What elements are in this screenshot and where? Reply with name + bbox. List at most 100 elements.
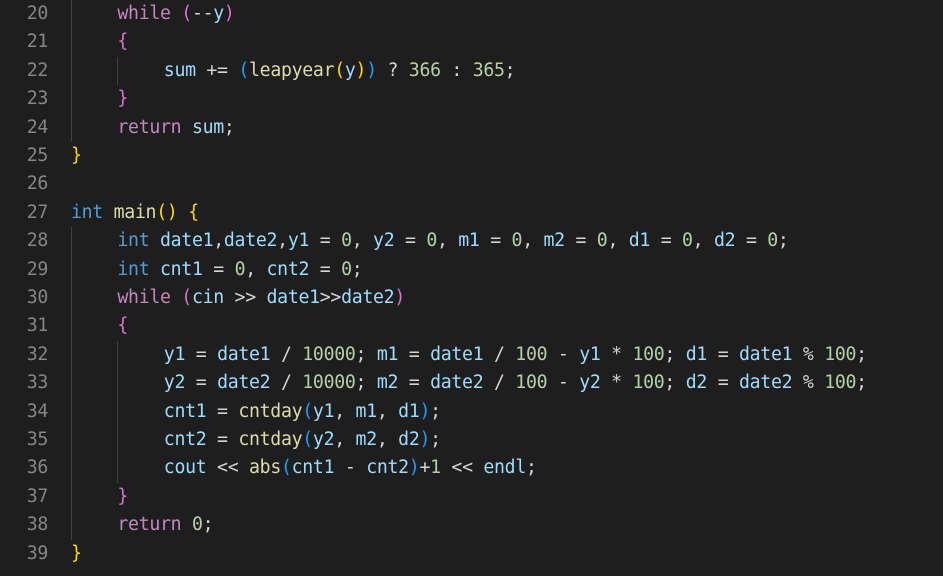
code-text[interactable]: } [117,85,128,113]
line-number: 22 [26,59,49,81]
code-token: , [351,230,374,252]
code-token: d1 [685,343,708,365]
code-token: = [202,258,235,280]
code-line[interactable]: 22 sum += (leapyear(y)) ? 366 : 365; [0,57,943,85]
line-number: 23 [26,88,49,110]
code-token: cnt2 [163,429,207,450]
code-line[interactable]: 21 { [0,28,943,56]
code-token: date2 [739,372,793,394]
code-line[interactable]: 28 int date1,date2,y1 = 0, y2 = 0, m1 = 0… [0,227,943,255]
code-token: = [206,429,239,450]
code-token: / [270,372,303,394]
code-line[interactable]: 24 return sum; [0,114,943,142]
code-token: ; [351,258,363,280]
code-text[interactable]: int cnt1 = 0, cnt2 = 0; [117,256,362,284]
code-text[interactable]: sum += (leapyear(y)) ? 366 : 365; [164,57,516,85]
code-token: << [206,457,250,479]
code-token: , [692,230,714,252]
code-editor[interactable]: 20 while (--y) 21{ 22 sum += (leapyear(y)) ?… [0,0,943,576]
code-token: date2 [341,287,395,308]
code-token: , [436,230,459,252]
code-text[interactable]: y1 = date1 / 10000; m1 = date1 / 100 - y… [164,341,867,369]
code-token: ( [181,287,192,308]
code-token: () [156,201,178,223]
code-text[interactable]: { [117,312,128,340]
code-token: date1 [217,343,271,365]
line-number: 30 [26,287,49,308]
code-line[interactable]: 32 y1 = date1 / 10000; m1 = date1 / 100 -… [0,341,943,369]
code-line[interactable]: 26 [0,170,943,198]
code-token: ) [355,59,367,81]
code-line[interactable]: 39} [0,540,943,568]
line-number: 25 [26,145,49,166]
code-token: = [398,343,431,365]
code-token: 0 [341,230,352,252]
code-token: date1 [160,230,214,252]
code-text[interactable]: int main() { [71,199,199,227]
code-token: ; [355,343,377,365]
code-text[interactable]: } [71,142,82,170]
code-line[interactable]: 20 while (--y) [0,0,943,28]
code-line[interactable]: 33 y2 = date2 / 10000; m2 = date2 / 100 -… [0,369,943,397]
code-text[interactable]: int date1,date2,y1 = 0, y2 = 0, m1 = 0, … [117,227,788,255]
code-line[interactable]: 23} [0,85,943,113]
code-token: cout [163,457,207,479]
code-token: = [707,343,739,365]
code-text[interactable]: cout << abs(cnt1 - cnt2)+1 << endl; [164,454,537,482]
code-token: 10000 [302,372,356,394]
line-number: 38 [26,514,49,536]
code-text[interactable]: return 0; [117,511,213,539]
code-token: y1 [579,343,601,365]
code-token: % [792,372,825,394]
code-token: = [206,400,239,422]
code-token: -- [191,3,214,24]
code-text[interactable]: } [71,540,82,568]
code-line[interactable]: 29 int cnt1 = 0, cnt2 = 0; [0,256,943,284]
code-token: = [394,230,427,252]
code-token: ( [334,59,345,81]
code-token: = [309,230,342,252]
code-text[interactable]: } [117,483,128,511]
code-text[interactable]: y2 = date2 / 10000; m2 = date2 / 100 - y… [164,369,867,397]
code-token: date1 [739,343,793,365]
code-token: m1 [376,343,399,365]
code-token: ; [430,429,441,450]
code-text[interactable]: while (--y) [117,0,234,28]
code-line[interactable]: 27 int main() { [0,199,943,227]
code-line[interactable]: 31 { [0,312,943,340]
code-token: 10000 [302,343,356,365]
code-text[interactable]: cnt2 = cntday(y2, m2, d2); [164,426,441,454]
code-token: ; [664,372,686,394]
code-token: ( [181,3,192,24]
code-line[interactable]: 35 cnt2 = cntday(y2, m2, d2); [0,426,943,454]
code-line[interactable]: 34 cnt1 = cntday(y1, m1, d1); [0,398,943,426]
code-token: cnt1 [163,400,207,422]
code-token: m1 [355,400,378,422]
code-line[interactable]: 38 return 0; [0,511,943,539]
code-line[interactable]: 25} [0,142,943,170]
code-line[interactable]: 36 cout << abs(cnt1 - cnt2)+1 << endl; [0,454,943,482]
code-line[interactable]: 37} [0,483,943,511]
code-token: % [792,343,825,365]
code-text[interactable]: while (cin >> date1>>date2) [117,284,405,312]
code-token: ( [238,59,250,81]
code-text[interactable]: { [117,28,128,56]
code-text[interactable]: return sum; [117,114,234,142]
code-token: date2 [430,372,484,394]
code-text[interactable]: cnt1 = cntday(y1, m1, d1); [164,398,441,426]
code-token: >> [223,287,267,308]
code-token: return [117,116,182,138]
code-token: ; [223,116,235,138]
code-token: ) [408,457,420,479]
line-number: 34 [26,400,49,422]
code-line[interactable]: 30 while (cin >> date1>>date2) [0,284,943,312]
code-token: y [213,3,224,24]
code-token: = [309,258,342,280]
line-number: 31 [26,315,49,337]
code-token: y2 [579,372,601,394]
line-number: 33 [26,372,49,394]
